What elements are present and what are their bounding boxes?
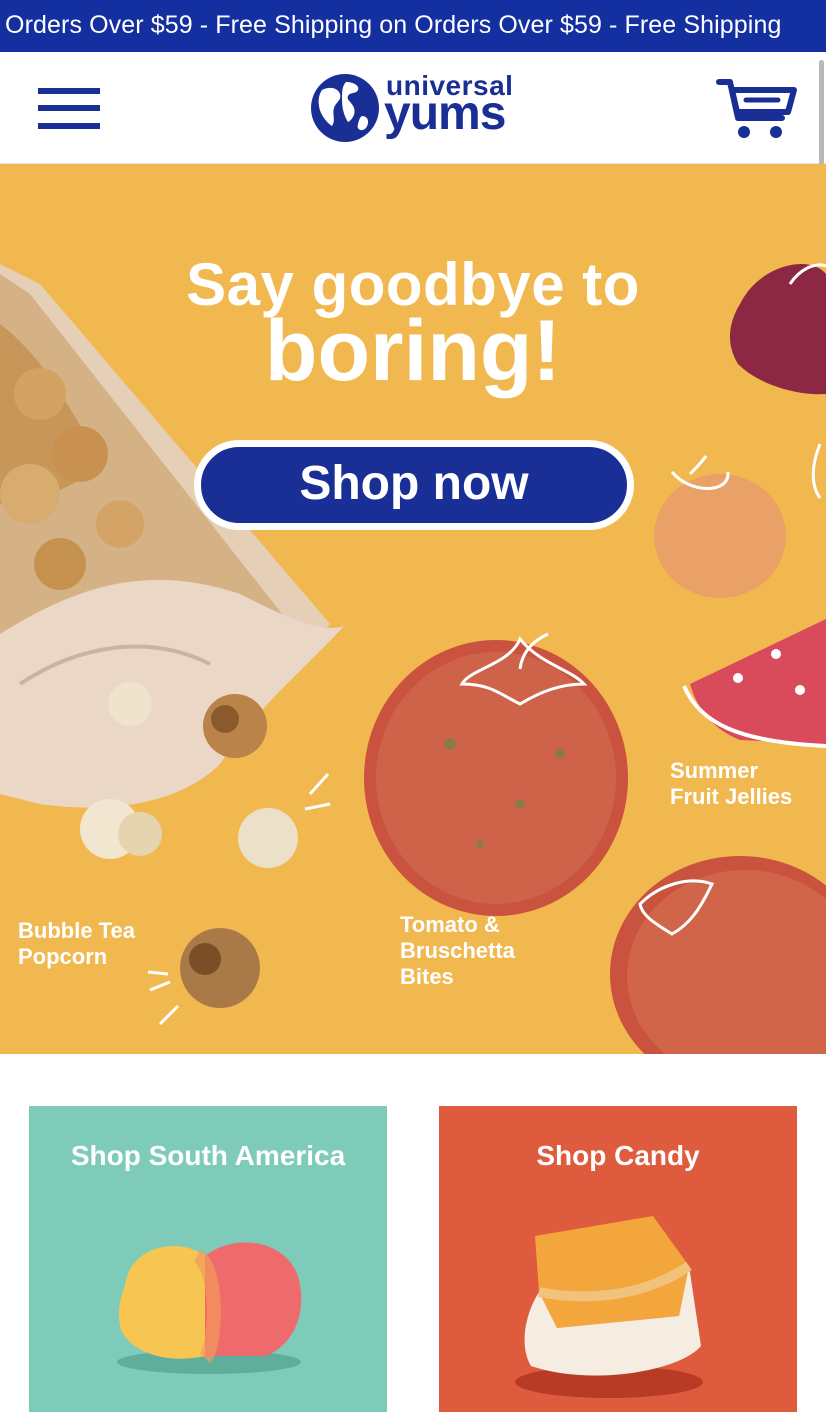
gummy-candy-image — [117, 1242, 302, 1374]
hero-banner[interactable]: Say goodbye to boring! Shop now Bubble T… — [0, 164, 826, 1054]
page: n Orders Over $59 - Free Shipping on Ord… — [0, 0, 826, 1412]
label-bubble-tea-popcorn: Bubble Tea Popcorn — [18, 918, 135, 969]
shopping-cart-icon[interactable] — [716, 76, 798, 142]
hamburger-menu-icon[interactable] — [38, 88, 100, 130]
shop-south-america-title: Shop South America — [70, 1140, 346, 1171]
site-header: universal yums — [0, 52, 826, 164]
logo-text-yums: yums — [384, 87, 506, 140]
caramel-candy-image — [515, 1216, 703, 1398]
shop-candy-card[interactable]: Shop Candy — [439, 1106, 797, 1412]
label-summer-fruit-jellies: Summer Fruit Jellies — [670, 758, 793, 809]
globe-icon — [311, 74, 379, 142]
shop-candy-title: Shop Candy — [536, 1140, 700, 1171]
promo-ticker-text: n Orders Over $59 - Free Shipping on Ord… — [0, 11, 782, 39]
universal-yums-logo[interactable]: universal yums — [308, 70, 522, 144]
shop-now-button[interactable]: Shop now — [194, 440, 634, 530]
shop-south-america-card[interactable]: Shop South America — [29, 1106, 387, 1412]
label-tomato-bruschetta-bites: Tomato & Bruschetta Bites — [400, 912, 515, 989]
hero-headline-line2: boring! — [264, 303, 562, 399]
promo-ticker[interactable]: n Orders Over $59 - Free Shipping on Ord… — [0, 0, 826, 52]
